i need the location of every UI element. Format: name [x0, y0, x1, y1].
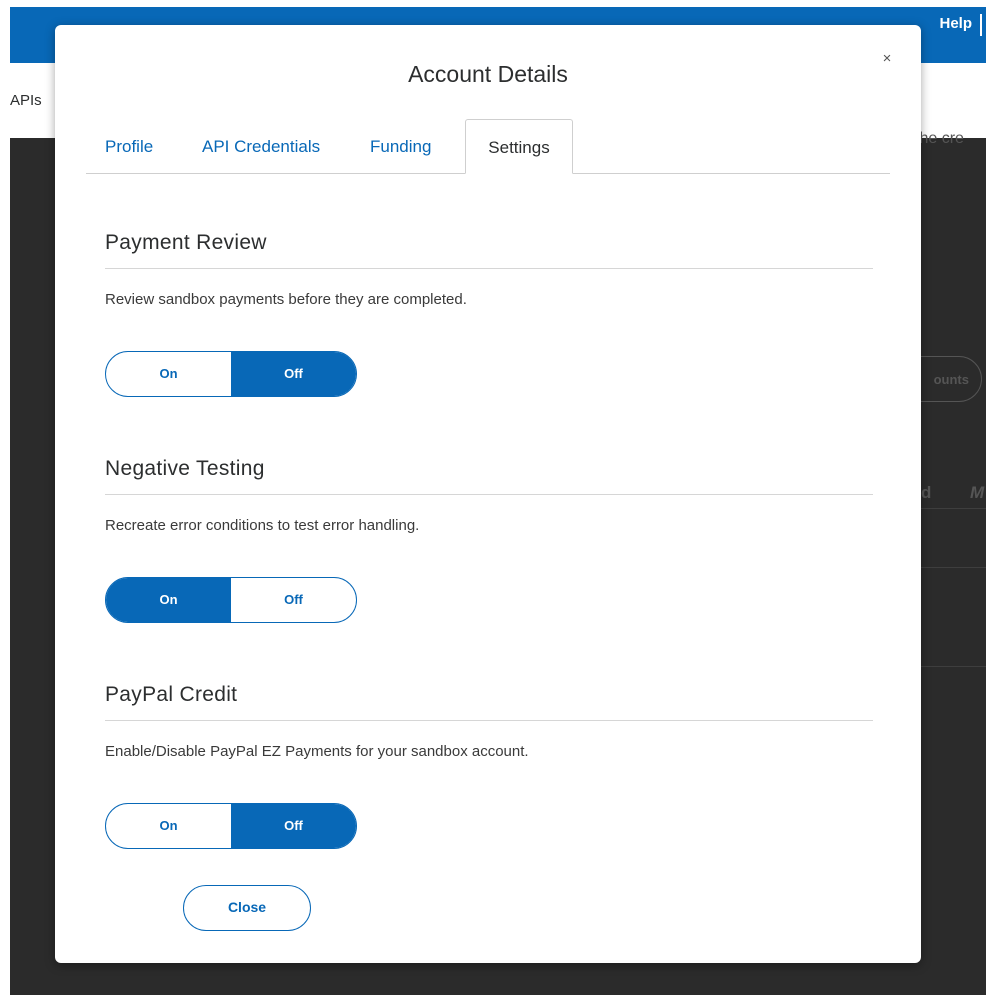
section-description: Review sandbox payments before they are … — [105, 291, 467, 308]
paypal-credit-toggle: On Off — [105, 803, 357, 849]
modal-tabs: Profile API Credentials Funding Settings — [86, 119, 890, 174]
background-accounts-button-label: ounts — [933, 372, 969, 387]
paypal-credit-on-option[interactable]: On — [106, 804, 231, 848]
page: Help APIs the cre ounts d M Account Deta… — [0, 0, 986, 995]
payment-review-section: Payment Review Review sandbox payments b… — [105, 231, 873, 397]
close-icon[interactable]: × — [879, 51, 895, 67]
nav-divider — [980, 14, 982, 36]
section-title: Payment Review — [105, 231, 873, 269]
background-column-header: d — [921, 483, 932, 502]
payment-review-toggle: On Off — [105, 351, 357, 397]
modal-title: Account Details — [408, 61, 568, 87]
tab-settings[interactable]: Settings — [465, 119, 573, 174]
paypal-credit-section: PayPal Credit Enable/Disable PayPal EZ P… — [105, 683, 873, 849]
negative-testing-on-option[interactable]: On — [106, 578, 231, 622]
background-row-divider — [921, 508, 986, 509]
apis-nav-link[interactable]: APIs — [10, 92, 42, 109]
section-description: Enable/Disable PayPal EZ Payments for yo… — [105, 743, 529, 760]
paypal-credit-off-option[interactable]: Off — [231, 804, 356, 848]
negative-testing-section: Negative Testing Recreate error conditio… — [105, 457, 873, 623]
tab-funding[interactable]: Funding — [370, 119, 431, 173]
negative-testing-toggle: On Off — [105, 577, 357, 623]
help-link[interactable]: Help — [939, 15, 972, 32]
account-details-modal: Account Details × Profile API Credential… — [55, 25, 921, 963]
section-description: Recreate error conditions to test error … — [105, 517, 420, 534]
close-button[interactable]: Close — [183, 885, 311, 931]
negative-testing-off-option[interactable]: Off — [231, 578, 356, 622]
background-row-divider — [921, 567, 986, 568]
tab-profile[interactable]: Profile — [105, 119, 153, 173]
background-text: the cre — [915, 130, 964, 147]
section-title: Negative Testing — [105, 457, 873, 495]
payment-review-off-option[interactable]: Off — [231, 352, 356, 396]
background-column-header: M — [970, 483, 985, 502]
section-title: PayPal Credit — [105, 683, 873, 721]
payment-review-on-option[interactable]: On — [106, 352, 231, 396]
background-row-divider — [921, 666, 986, 667]
tab-api-credentials[interactable]: API Credentials — [202, 119, 320, 173]
